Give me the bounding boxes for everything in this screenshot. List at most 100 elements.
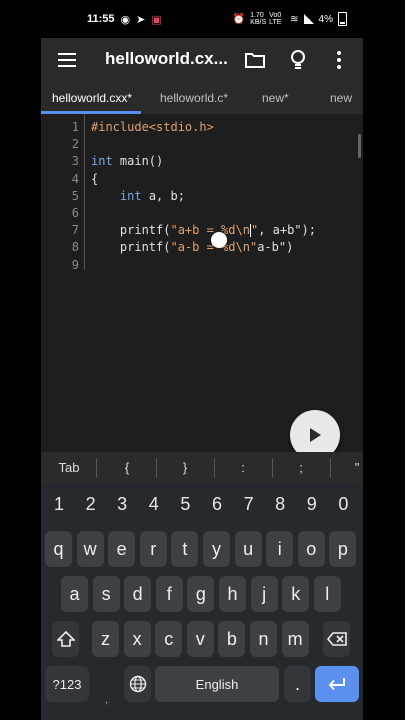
code-editor[interactable]: 1 2 3 4 5 6 7 8 9 #include<stdio.h> int main() { i… [41, 114, 363, 460]
key-z[interactable]: z [92, 621, 119, 657]
number-key-2[interactable]: 2 [79, 494, 103, 515]
key-o[interactable]: o [297, 531, 325, 567]
key-x[interactable]: x [123, 621, 151, 657]
line-number: 5 [71, 188, 79, 203]
key-s[interactable]: s [92, 576, 120, 612]
tab-new[interactable]: new [330, 91, 352, 105]
editor-scrollbar[interactable] [358, 134, 361, 158]
code-line[interactable]: int main() [91, 154, 163, 168]
key-t[interactable]: t [171, 531, 199, 567]
key-e[interactable]: e [108, 531, 136, 567]
lightbulb-icon[interactable] [286, 48, 310, 72]
hamburger-menu-icon[interactable] [55, 48, 79, 72]
number-key-9[interactable]: 9 [300, 494, 324, 515]
line-number: 8 [71, 240, 79, 255]
code-token: "a+b = %d\n [170, 223, 250, 238]
code-line[interactable]: int a, b; [91, 189, 185, 203]
line-number: 1 [71, 120, 79, 134]
period-label: . [294, 673, 300, 694]
code-token: { [91, 171, 99, 186]
app-notification-icon: ▣ [151, 13, 162, 26]
number-key-5[interactable]: 5 [173, 494, 197, 515]
backspace-icon [326, 632, 347, 646]
key-m[interactable]: m [281, 621, 309, 657]
key-w[interactable]: w [76, 531, 104, 567]
period-key[interactable]: . [284, 666, 311, 702]
code-line[interactable]: printf("a+b = %d\n", a+b"); [91, 223, 316, 238]
key-f[interactable]: f [155, 576, 183, 612]
symbol-colon-key[interactable]: : [241, 460, 245, 475]
touch-indicator [211, 232, 227, 248]
key-j[interactable]: j [250, 576, 278, 612]
key-i[interactable]: i [266, 531, 294, 567]
tab-helloworld-cxx[interactable]: helloworld.cxx* [52, 91, 132, 105]
space-bar[interactable]: English [155, 666, 279, 702]
key-l[interactable]: l [313, 576, 341, 612]
code-token: int [119, 188, 142, 203]
code-token: a, b; [141, 188, 185, 203]
code-token: a-b") [257, 240, 294, 255]
code-line[interactable]: { [91, 172, 98, 186]
key-v[interactable]: v [186, 621, 214, 657]
battery-icon [338, 12, 347, 26]
code-token: main() [112, 154, 164, 169]
file-tabs: helloworld.cxx* helloworld.c* new* new [41, 82, 363, 114]
symbol-separator [214, 458, 215, 478]
folder-icon[interactable] [243, 48, 267, 72]
key-a[interactable]: a [61, 576, 88, 612]
number-key-6[interactable]: 6 [205, 494, 229, 515]
symbol-separator [156, 458, 157, 478]
key-p[interactable]: p [329, 531, 357, 567]
enter-key[interactable] [315, 666, 359, 702]
shift-key[interactable] [52, 621, 79, 657]
symbol-separator [330, 458, 331, 478]
key-n[interactable]: n [250, 621, 277, 657]
language-key[interactable] [124, 666, 151, 702]
number-key-7[interactable]: 7 [237, 494, 261, 515]
key-k[interactable]: k [282, 576, 310, 612]
symbol-quote-key[interactable]: " [355, 460, 360, 475]
backspace-key[interactable] [323, 621, 350, 657]
symbols-mode-key[interactable]: ?123 [45, 666, 89, 702]
tab-new-modified[interactable]: new* [262, 91, 289, 105]
alarm-icon: ⏰ [232, 13, 246, 25]
key-h[interactable]: h [219, 576, 246, 612]
code-token: #include<stdio.h> [91, 120, 214, 134]
comma-hint: , [105, 694, 109, 706]
key-u[interactable]: u [234, 531, 262, 567]
code-token: int [91, 154, 113, 169]
line-number: 2 [71, 137, 79, 152]
code-token: , a+b"); [258, 223, 316, 238]
right-letterbox [363, 0, 405, 720]
symbol-open-brace-key[interactable]: { [125, 460, 129, 475]
key-g[interactable]: g [187, 576, 215, 612]
line-number: 7 [71, 223, 79, 238]
symbol-semicolon-key[interactable]: ; [299, 460, 303, 475]
number-key-1[interactable]: 1 [47, 494, 71, 515]
notification-icon: ◉ [120, 13, 131, 26]
key-c[interactable]: c [155, 621, 183, 657]
more-options-icon[interactable] [327, 48, 351, 72]
key-q[interactable]: q [45, 531, 72, 567]
globe-icon [129, 675, 146, 693]
number-key-3[interactable]: 3 [110, 494, 134, 515]
left-letterbox [0, 0, 41, 720]
symbol-tab-key[interactable]: Tab [59, 460, 80, 475]
code-line[interactable]: printf("a-b = %d\n"a-b") [91, 240, 293, 254]
symbol-close-brace-key[interactable]: } [183, 460, 187, 475]
number-key-8[interactable]: 8 [268, 494, 292, 515]
key-d[interactable]: d [124, 576, 152, 612]
number-key-0[interactable]: 0 [331, 494, 355, 515]
code-token: printf( [91, 240, 171, 255]
key-y[interactable]: y [203, 531, 230, 567]
space-bar-label: English [195, 676, 239, 692]
symbol-separator [96, 458, 97, 478]
phone-screen: 11:55 ◉ ➤ ▣ ⏰ 1.70 KB/S Vo0 LTE ≋ 4% hel… [41, 0, 363, 720]
key-r[interactable]: r [139, 531, 167, 567]
telegram-icon: ➤ [136, 13, 146, 26]
network-label: Vo0 LTE [269, 12, 282, 26]
code-line[interactable]: #include<stdio.h> [91, 120, 214, 134]
number-key-4[interactable]: 4 [142, 494, 166, 515]
tab-helloworld-c[interactable]: helloworld.c* [160, 91, 228, 105]
key-b[interactable]: b [218, 621, 246, 657]
